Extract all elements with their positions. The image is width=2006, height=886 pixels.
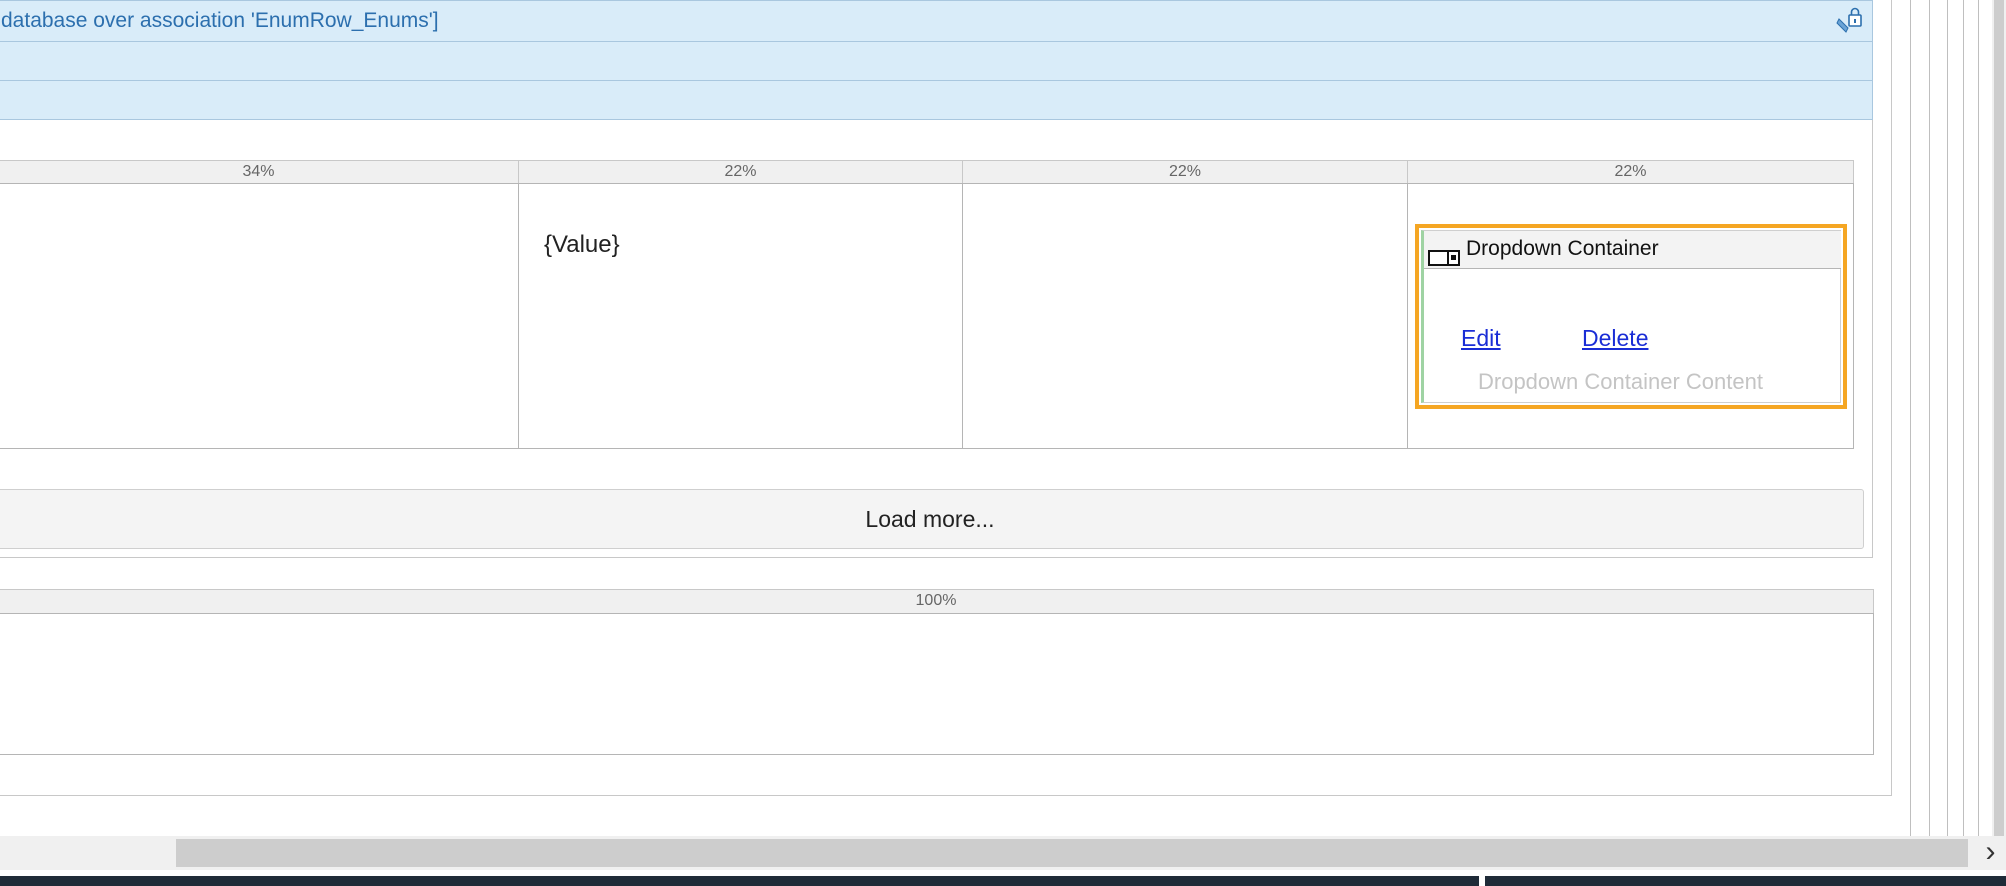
page-frame (0, 0, 1892, 796)
frame-edge (1978, 0, 1979, 836)
frame-edge (1929, 0, 1930, 836)
scroll-right-arrow-icon[interactable]: › (1975, 836, 2006, 870)
taskbar (0, 876, 2006, 886)
taskbar-separator (1479, 876, 1485, 886)
frame-edge (1963, 0, 1964, 836)
frame-edge (1910, 0, 1911, 836)
horizontal-scrollbar[interactable]: › (0, 836, 2006, 870)
frame-edge (1947, 0, 1948, 836)
horizontal-scrollbar-thumb[interactable] (176, 839, 1968, 867)
vertical-scrollbar[interactable] (1992, 0, 2006, 836)
vertical-scrollbar-thumb[interactable] (1994, 0, 2004, 836)
